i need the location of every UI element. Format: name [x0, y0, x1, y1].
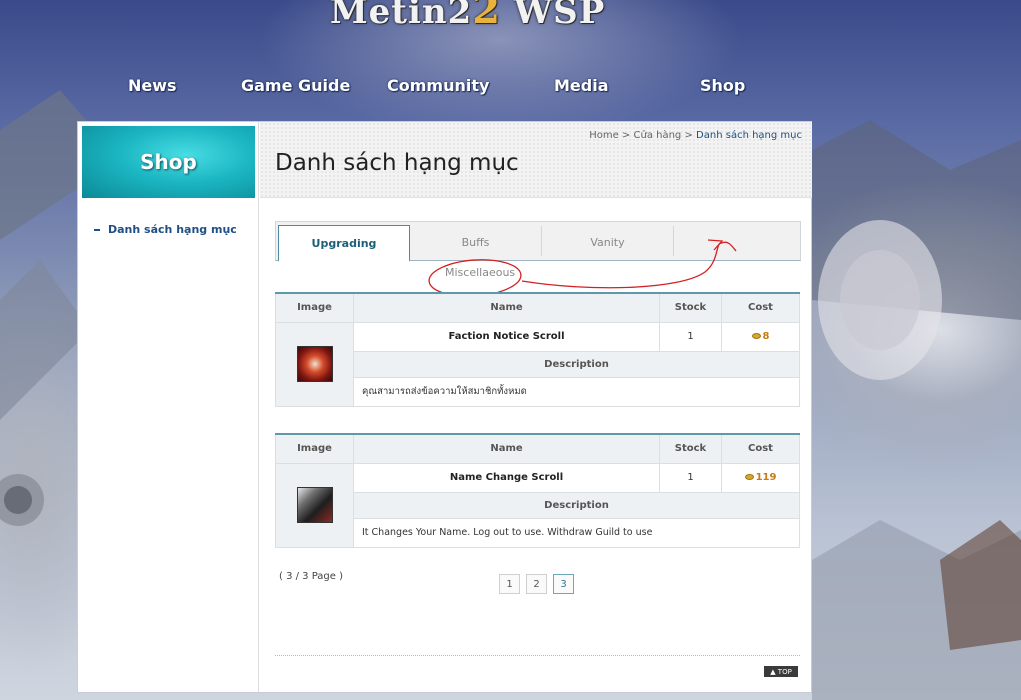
column-header-stock: Stock	[659, 433, 722, 464]
item-cost: 8	[721, 321, 800, 352]
column-header-image: Image	[275, 292, 354, 323]
divider	[275, 655, 800, 656]
breadcrumb-separator: >	[684, 130, 693, 141]
page-info: ( 3 / 3 Page )	[279, 571, 343, 582]
breadcrumb-current[interactable]: Danh sách hạng mục	[696, 130, 802, 141]
column-header-stock: Stock	[659, 292, 722, 323]
item-table: Image Name Stock Cost Faction Notice Scr…	[275, 292, 800, 407]
tab-upgrading[interactable]: Upgrading	[278, 225, 410, 262]
item-stock: 1	[659, 462, 722, 493]
breadcrumb-separator: >	[621, 130, 631, 141]
site-logo[interactable]: Metin22 WSP	[330, 0, 605, 33]
nav-news[interactable]: News	[128, 76, 177, 95]
main-panel: Shop Danh sách hạng mục Home > Cửa hàng …	[77, 121, 812, 693]
description-header: Description	[353, 491, 800, 519]
tab-buffs[interactable]: Buffs	[410, 225, 541, 259]
nav-community[interactable]: Community	[387, 76, 489, 95]
coin-icon	[751, 333, 761, 339]
pagination: 1 2 3	[499, 574, 574, 594]
column-header-cost: Cost	[721, 292, 800, 323]
item-cost: 119	[721, 462, 800, 493]
column-header-name: Name	[353, 433, 660, 464]
item-table: Image Name Stock Cost Name Change Scroll…	[275, 433, 800, 548]
item-name[interactable]: Faction Notice Scroll	[353, 321, 660, 352]
column-header-cost: Cost	[721, 433, 800, 464]
page-link-2[interactable]: 2	[526, 574, 547, 594]
item-stock: 1	[659, 321, 722, 352]
sidebar-item-label: Danh sách hạng mục	[108, 223, 237, 236]
description-header: Description	[353, 350, 800, 378]
faction-scroll-icon[interactable]	[296, 346, 333, 382]
coin-icon	[744, 474, 754, 480]
page-link-1[interactable]: 1	[499, 574, 520, 594]
main-nav: News Game Guide Community Media Shop	[0, 76, 1021, 100]
page-title: Danh sách hạng mục	[275, 150, 519, 176]
nav-game-guide[interactable]: Game Guide	[241, 76, 350, 95]
item-name[interactable]: Name Change Scroll	[353, 462, 660, 493]
category-tabs: Upgrading Buffs Vanity	[275, 221, 801, 262]
nav-shop[interactable]: Shop	[700, 76, 745, 95]
breadcrumb-shop[interactable]: Cửa hàng	[634, 130, 682, 141]
content-header: Home > Cửa hàng > Danh sách hạng mục Dan…	[260, 122, 812, 198]
shop-banner: Shop	[82, 126, 255, 198]
shop-banner-label: Shop	[140, 150, 197, 174]
sidebar: Shop Danh sách hạng mục	[78, 122, 259, 692]
column-header-image: Image	[275, 433, 354, 464]
item-cost-value: 8	[762, 331, 770, 342]
page-link-3[interactable]: 3	[553, 574, 574, 594]
item-image-cell	[275, 462, 354, 548]
item-image-cell	[275, 321, 354, 407]
tab-divider	[673, 226, 674, 256]
nav-media[interactable]: Media	[554, 76, 609, 95]
breadcrumb: Home > Cửa hàng > Danh sách hạng mục	[589, 130, 802, 141]
column-header-name: Name	[353, 292, 660, 323]
name-change-scroll-icon[interactable]	[296, 487, 333, 523]
dash-icon	[94, 229, 100, 231]
breadcrumb-home[interactable]: Home	[589, 130, 619, 141]
item-description: It Changes Your Name. Log out to use. Wi…	[353, 517, 800, 548]
item-cost-value: 119	[755, 472, 777, 483]
tab-miscellaneous[interactable]: Miscellaeous	[445, 266, 515, 279]
content: Home > Cửa hàng > Danh sách hạng mục Dan…	[260, 122, 812, 692]
sidebar-item-category-list[interactable]: Danh sách hạng mục	[94, 223, 237, 236]
tab-vanity[interactable]: Vanity	[542, 225, 673, 259]
scroll-top-button[interactable]: ▲ TOP	[764, 666, 798, 677]
item-description: คุณสามารถส่งข้อความให้สมาชิกทั้งหมด	[353, 376, 800, 407]
